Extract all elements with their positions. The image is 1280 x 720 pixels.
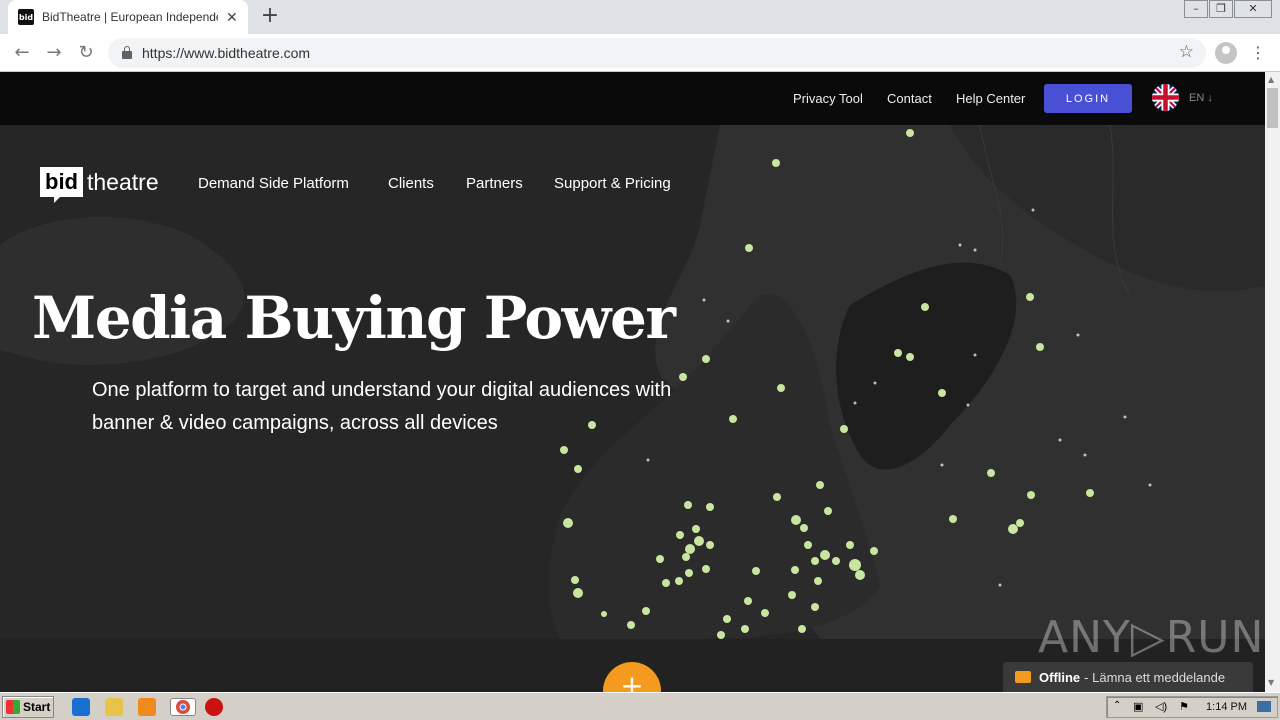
chat-status: Offline xyxy=(1039,669,1081,685)
nav-clients[interactable]: Clients xyxy=(388,175,434,192)
hero-subtitle: One platform to target and understand yo… xyxy=(92,374,772,440)
show-desktop-icon[interactable] xyxy=(1257,701,1271,712)
start-button[interactable]: Start xyxy=(2,696,54,718)
bookmark-star-icon[interactable]: ☆ xyxy=(1179,42,1194,62)
address-bar[interactable]: https://www.bidtheatre.com ☆ xyxy=(108,38,1206,68)
web-page: Privacy Tool Contact Help Center LOGIN E… xyxy=(0,72,1265,692)
reload-icon[interactable]: ↻ xyxy=(74,41,98,65)
tab-title: BidTheatre | European Independent xyxy=(42,10,218,24)
opera-icon[interactable] xyxy=(205,698,223,716)
close-tab-icon[interactable]: ✕ xyxy=(226,9,238,26)
profile-avatar-icon[interactable] xyxy=(1215,42,1237,64)
hero-subtitle-line1: One platform to target and understand yo… xyxy=(92,379,672,401)
clock[interactable]: 1:14 PM xyxy=(1206,701,1247,713)
anyrun-watermark: ANY▷RUN xyxy=(1038,612,1265,663)
help-center-link[interactable]: Help Center xyxy=(956,91,1025,106)
privacy-tool-link[interactable]: Privacy Tool xyxy=(793,91,863,106)
url-text: https://www.bidtheatre.com xyxy=(142,45,311,61)
chat-widget[interactable]: Offline - Lämna ett meddelande xyxy=(1003,662,1253,692)
scroll-up-icon[interactable]: ▲ xyxy=(1268,75,1274,84)
new-tab-button[interactable]: + xyxy=(258,4,282,28)
system-tray: ⌃ ▣ ◁) ⚑ 1:14 PM xyxy=(1106,696,1278,718)
windows-taskbar: Start ⌃ ▣ ◁) ⚑ 1:14 PM xyxy=(0,692,1280,720)
uk-flag-icon[interactable] xyxy=(1152,84,1179,111)
lock-icon xyxy=(122,46,132,59)
scroll-thumb[interactable] xyxy=(1267,88,1278,128)
browser-tab[interactable]: bid BidTheatre | European Independent ✕ xyxy=(8,0,248,34)
back-icon[interactable]: ← xyxy=(10,41,34,65)
start-label: Start xyxy=(23,700,51,714)
chat-message: - Lämna ett meddelande xyxy=(1084,669,1226,685)
nav-partners[interactable]: Partners xyxy=(466,175,523,192)
envelope-icon xyxy=(1015,671,1031,683)
close-window-button[interactable]: ✕ xyxy=(1234,0,1272,18)
language-selector[interactable]: EN ↓ xyxy=(1189,92,1213,104)
folder-icon[interactable] xyxy=(105,698,123,716)
page-scrollbar[interactable]: ▲ ▼ xyxy=(1265,72,1280,692)
chrome-taskbar-icon[interactable] xyxy=(170,698,196,716)
tray-expand-icon[interactable]: ⌃ xyxy=(1113,700,1121,711)
volume-icon[interactable]: ◁) xyxy=(1155,700,1167,713)
login-button[interactable]: LOGIN xyxy=(1044,84,1132,113)
contact-link[interactable]: Contact xyxy=(887,91,932,106)
favicon-icon: bid xyxy=(18,9,34,25)
hero-title: Media Buying Power xyxy=(32,284,676,352)
logo-box: bid xyxy=(40,167,83,197)
internet-explorer-icon[interactable] xyxy=(72,698,90,716)
windows-logo-icon xyxy=(6,700,20,714)
bidtheatre-logo[interactable]: bid theatre xyxy=(40,167,159,197)
flag-icon[interactable]: ⚑ xyxy=(1179,700,1189,713)
browser-toolbar: ← → ↻ https://www.bidtheatre.com ☆ ⋮ xyxy=(0,34,1280,72)
nav-demand-side-platform[interactable]: Demand Side Platform xyxy=(198,175,349,192)
minimize-button[interactable]: – xyxy=(1184,0,1208,18)
logo-text: theatre xyxy=(87,168,159,195)
nav-support-pricing[interactable]: Support & Pricing xyxy=(554,175,671,192)
utility-bar: Privacy Tool Contact Help Center LOGIN E… xyxy=(0,72,1265,125)
media-player-icon[interactable] xyxy=(138,698,156,716)
forward-icon[interactable]: → xyxy=(42,41,66,65)
chrome-menu-icon[interactable]: ⋮ xyxy=(1250,43,1266,62)
restore-button[interactable]: ❐ xyxy=(1209,0,1233,18)
hero-subtitle-line2: banner & video campaigns, across all dev… xyxy=(92,412,498,434)
scroll-down-icon[interactable]: ▼ xyxy=(1268,678,1274,687)
browser-tab-strip: bid BidTheatre | European Independent ✕ … xyxy=(0,0,1280,34)
network-icon[interactable]: ▣ xyxy=(1133,700,1143,713)
